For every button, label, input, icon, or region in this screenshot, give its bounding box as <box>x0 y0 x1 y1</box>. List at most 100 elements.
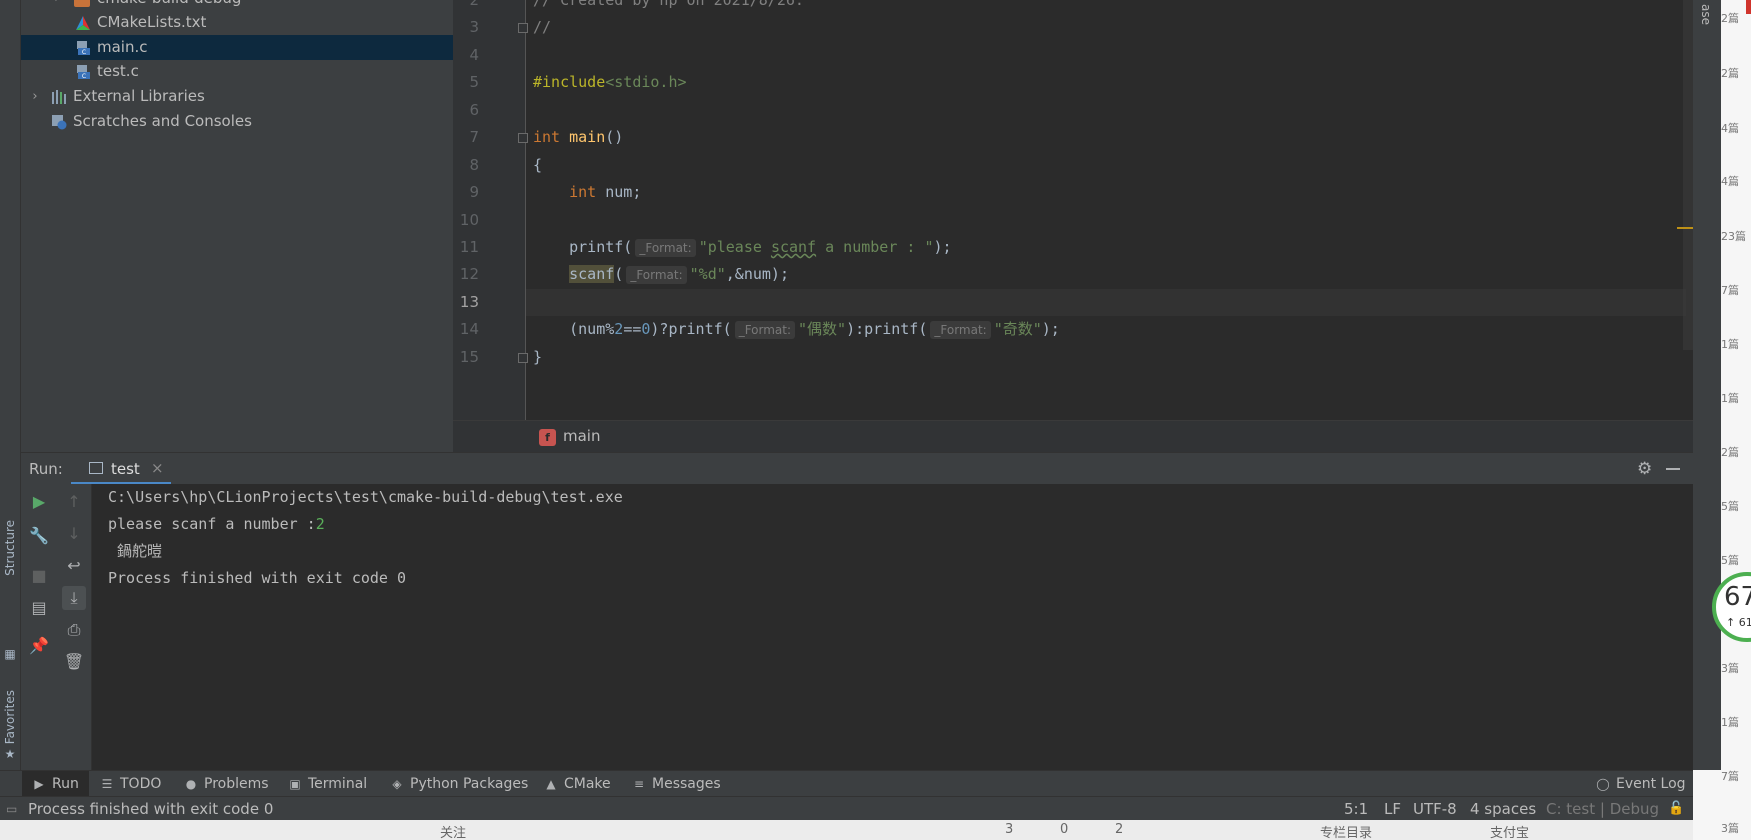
code-line-14: (num%2==0)?printf(_Format: "偶数"):printf(_… <box>533 316 1060 343</box>
code-text: num; <box>596 183 642 201</box>
close-icon[interactable]: × <box>151 459 164 477</box>
wrench-icon[interactable]: 🔧 <box>27 524 51 548</box>
comment: // <box>533 18 552 36</box>
code-text: )?printf( <box>650 320 732 338</box>
structure-icon: ▦ <box>4 647 16 661</box>
tool-window-run[interactable]: ▶ Run <box>22 771 89 797</box>
background-text: 2 <box>1115 822 1124 837</box>
tree-item-test-c[interactable]: C test.c <box>21 59 453 84</box>
project-tree: › cmake-build-debug CMakeLists.txt C mai… <box>21 0 453 452</box>
file-encoding[interactable]: UTF-8 <box>1413 797 1457 821</box>
warning-marker[interactable] <box>1677 227 1693 229</box>
preprocessor-directive: #include <box>533 73 606 91</box>
background-text: 2篇 <box>1721 446 1739 459</box>
rerun-icon[interactable]: ▶ <box>27 490 51 514</box>
tool-window-messages[interactable]: ≡ Messages <box>632 771 721 797</box>
background-text: 3 <box>1005 822 1014 837</box>
console-exit-line: Process finished with exit code 0 <box>108 569 407 587</box>
arrow-up-icon[interactable]: ↑ <box>62 490 86 514</box>
background-text: 专栏目录 <box>1320 826 1373 840</box>
gauge-value: 67 <box>1724 582 1751 612</box>
run-tab-test[interactable]: test × <box>71 453 171 485</box>
line-number: 5 <box>469 73 479 91</box>
tree-item-cmakelists[interactable]: CMakeLists.txt <box>21 10 453 35</box>
tree-item-main-c[interactable]: C main.c <box>21 35 453 60</box>
code-line-8: { <box>533 152 542 179</box>
background-text: 7篇 <box>1721 284 1739 297</box>
code-text: == <box>623 320 642 338</box>
tool-window-python-packages[interactable]: ◈ Python Packages <box>390 771 528 797</box>
pin-icon[interactable]: 📌 <box>27 634 51 658</box>
indent-setting[interactable]: 4 spaces <box>1470 797 1536 821</box>
scroll-to-end-icon[interactable]: ⤓ <box>62 586 86 610</box>
layout-icon[interactable]: ▤ <box>27 596 51 620</box>
tree-item-external-libraries[interactable]: › External Libraries <box>21 84 453 109</box>
build-context[interactable]: C: test | Debug <box>1546 797 1659 821</box>
print-icon[interactable]: ⎙ <box>62 618 86 642</box>
run-console[interactable]: C:\Users\hp\CLionProjects\test\cmake-bui… <box>92 484 1693 770</box>
tree-item-scratches[interactable]: Scratches and Consoles <box>21 109 453 134</box>
background-text: 5篇 <box>1721 500 1739 513</box>
status-bar: ▭ Process finished with exit code 0 5:1 … <box>0 796 1693 820</box>
tool-window-toggle-icon[interactable]: ▭ <box>6 797 17 821</box>
editor-scrollbar[interactable] <box>1683 0 1693 350</box>
caret-position[interactable]: 5:1 <box>1344 797 1368 821</box>
code-text: ( <box>614 265 624 283</box>
trash-icon[interactable]: 🗑 <box>62 650 86 674</box>
tool-window-label: Terminal <box>308 776 368 792</box>
cmake-file-icon <box>76 16 90 30</box>
tree-item-label: Scratches and Consoles <box>73 112 252 130</box>
run-tab-label: test <box>111 460 140 478</box>
console-icon <box>89 462 103 474</box>
code-text: () <box>605 128 624 146</box>
code-text: printf( <box>569 238 633 256</box>
background-text: 0 <box>1060 822 1069 837</box>
structure-tab[interactable]: ▦ Structure <box>0 520 21 660</box>
console-user-input: 2 <box>315 515 325 533</box>
tool-window-label: Problems <box>204 776 269 792</box>
line-number: 10 <box>459 211 479 229</box>
event-log-icon: ◯ <box>1596 777 1610 791</box>
tool-window-todo[interactable]: ☰ TODO <box>100 771 162 797</box>
fold-marker-icon[interactable] <box>518 353 528 363</box>
string-literal: a number : " <box>816 238 934 256</box>
right-tool-strip: ase <box>1693 0 1721 770</box>
parameter-hint: _Format: <box>930 321 991 339</box>
code-line-7: int main() <box>533 124 623 151</box>
lock-icon[interactable]: 🔓 <box>1668 797 1684 821</box>
background-text: 3篇 <box>1721 822 1739 835</box>
code-editor[interactable]: 2 3 4 5 6 7 8 9 10 11 12 13 14 15 // Cre… <box>453 0 1693 452</box>
background-text: 2篇 <box>1721 12 1739 25</box>
fold-marker-icon[interactable] <box>518 23 528 33</box>
background-text: 4篇 <box>1721 122 1739 135</box>
packages-icon: ◈ <box>392 777 402 791</box>
tool-window-terminal[interactable]: ▣ Terminal <box>288 771 367 797</box>
soft-wrap-icon[interactable]: ↩ <box>62 554 86 578</box>
event-log-button[interactable]: ◯ Event Log <box>1596 771 1685 797</box>
arrow-down-icon[interactable]: ↓ <box>62 522 86 546</box>
tool-window-cmake[interactable]: ▲ CMake <box>544 771 610 797</box>
line-separator[interactable]: LF <box>1384 797 1401 821</box>
gear-icon[interactable]: ⚙ <box>1637 459 1652 479</box>
stop-icon[interactable]: ■ <box>27 564 51 588</box>
star-icon: ★ <box>4 747 16 761</box>
line-number: 6 <box>469 101 479 119</box>
line-number: 14 <box>459 320 479 338</box>
comment: // Created by hp on 2021/8/26. <box>533 0 804 9</box>
code-line-9: int num; <box>533 179 641 206</box>
string-literal-typo: scanf <box>770 238 817 256</box>
minimize-icon[interactable] <box>1666 468 1680 470</box>
run-panel-header: Run: test × ⚙ <box>21 452 1693 485</box>
background-text: 1篇 <box>1721 392 1739 405</box>
favorites-tab[interactable]: ★ Favorites <box>0 690 21 770</box>
tool-window-problems[interactable]: ● Problems <box>184 771 269 797</box>
line-number: 4 <box>469 46 479 64</box>
chevron-right-icon[interactable]: › <box>29 84 41 109</box>
breadcrumb-item-main[interactable]: main <box>563 427 600 445</box>
fold-marker-icon[interactable] <box>518 133 528 143</box>
number-literal: 2 <box>614 320 624 338</box>
line-number: 2 <box>469 0 479 9</box>
code-text: } <box>533 348 543 366</box>
background-text: 1篇 <box>1721 716 1739 729</box>
play-icon: ▶ <box>34 777 44 791</box>
